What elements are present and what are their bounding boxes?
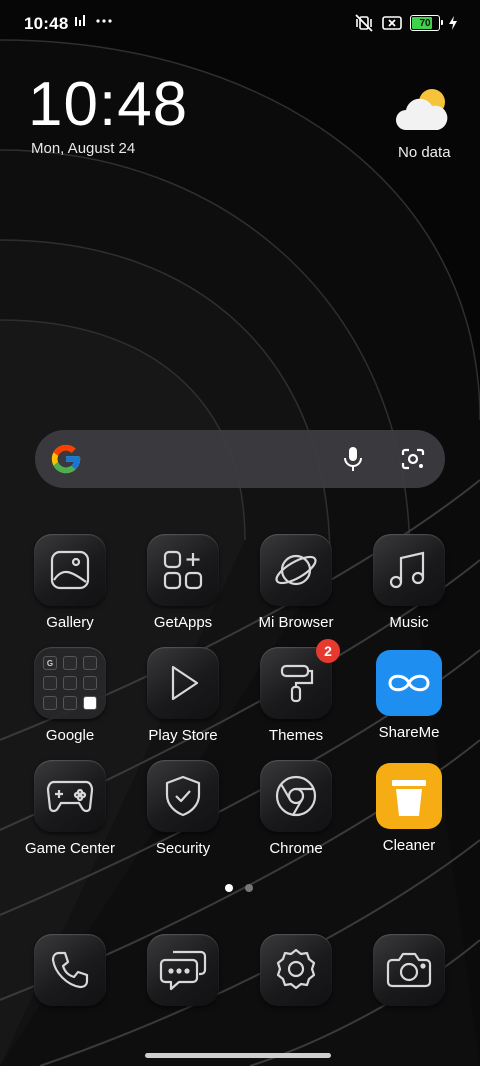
app-label: Gallery [46, 614, 94, 631]
app-label: Game Center [24, 840, 116, 857]
google-search-bar[interactable] [35, 430, 445, 488]
app-label: Themes [268, 727, 324, 744]
app-shareme[interactable]: ShareMe [354, 647, 464, 741]
dock-camera[interactable] [354, 934, 464, 1006]
battery-nub [441, 20, 443, 25]
google-logo-icon[interactable] [49, 442, 83, 476]
play-icon[interactable] [147, 647, 219, 719]
home-indicator[interactable] [145, 1053, 331, 1058]
app-label: Chrome [269, 840, 323, 857]
app-chrome[interactable]: Chrome [241, 760, 351, 857]
settings-icon[interactable] [260, 934, 332, 1006]
charging-icon [449, 16, 457, 30]
folder-app [43, 696, 57, 710]
folder-app [83, 676, 97, 690]
weather-text[interactable]: No data [398, 144, 451, 161]
themes-icon[interactable]: 2 [260, 639, 340, 719]
app-themes[interactable]: 2 Themes [241, 639, 351, 744]
gallery-icon[interactable] [34, 534, 106, 606]
clock-date[interactable]: Mon, August 24 [31, 140, 135, 157]
status-right-icons: 70 [354, 14, 458, 32]
gamepad-icon[interactable] [34, 760, 106, 832]
messages-icon[interactable] [147, 934, 219, 1006]
folder-app [83, 656, 97, 670]
status-time: 10:48 [24, 14, 69, 33]
app-getapps[interactable]: GetApps [128, 534, 238, 631]
app-label: Play Store [148, 727, 218, 744]
lens-search-button[interactable] [395, 441, 431, 477]
more-notifications-icon [96, 19, 112, 23]
folder-app [63, 696, 77, 710]
app-label: Cleaner [382, 837, 436, 854]
app-label: Security [155, 840, 211, 857]
page-indicator [225, 884, 253, 892]
data-activity-icon [75, 15, 85, 26]
vibrate-off-icon [355, 14, 373, 32]
getapps-icon[interactable] [147, 534, 219, 606]
folder-app [63, 676, 77, 690]
folder-app [43, 676, 57, 690]
shareme-icon[interactable] [376, 650, 442, 716]
page-dot-active[interactable] [225, 884, 233, 892]
app-label: ShareMe [378, 724, 440, 741]
folder-app-colored [83, 696, 97, 710]
dock-messages[interactable] [128, 934, 238, 1006]
battery-indicator: 70 [410, 15, 443, 31]
clock-time[interactable]: 10:48 [28, 74, 188, 136]
app-cleaner[interactable]: Cleaner [354, 760, 464, 854]
folder-app [63, 656, 77, 670]
app-play-store[interactable]: Play Store [128, 647, 238, 744]
app-label: Google [45, 727, 95, 744]
battery-level: 70 [419, 17, 431, 29]
app-mi-browser[interactable]: Mi Browser [241, 534, 351, 631]
app-music[interactable]: Music [354, 534, 464, 631]
app-gallery[interactable]: Gallery [15, 534, 125, 631]
app-game-center[interactable]: Game Center [15, 760, 125, 857]
app-security[interactable]: Security [128, 760, 238, 857]
google-folder-icon[interactable]: G [34, 647, 106, 719]
mic-icon [344, 447, 362, 471]
app-label: GetApps [153, 614, 213, 631]
dock-settings[interactable] [241, 934, 351, 1006]
browser-icon[interactable] [260, 534, 332, 606]
shield-icon[interactable] [147, 760, 219, 832]
app-google-folder[interactable]: G Google [15, 647, 125, 744]
camera-icon[interactable] [373, 934, 445, 1006]
camera-lens-icon [401, 448, 425, 470]
page-dot[interactable] [245, 884, 253, 892]
chrome-icon[interactable] [260, 760, 332, 832]
trash-icon[interactable] [376, 763, 442, 829]
voice-search-button[interactable] [335, 441, 371, 477]
weather-cloud-sun-icon[interactable] [394, 86, 450, 134]
folder-grid: G [43, 656, 97, 710]
dock-phone[interactable] [15, 934, 125, 1006]
status-left-icons [74, 14, 112, 28]
phone-icon[interactable] [34, 934, 106, 1006]
folder-app-google: G [43, 656, 57, 670]
no-sim-icon [382, 16, 402, 30]
music-icon[interactable] [373, 534, 445, 606]
app-label: Music [389, 614, 429, 631]
app-label: Mi Browser [258, 614, 334, 631]
notification-badge: 2 [316, 639, 340, 663]
